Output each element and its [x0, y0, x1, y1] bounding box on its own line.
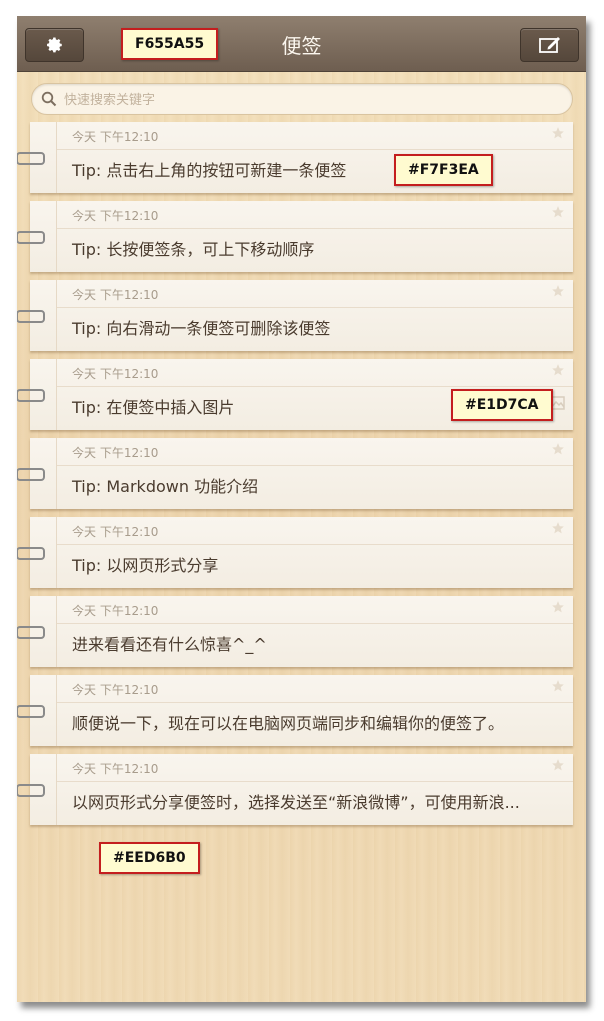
star-icon[interactable]: [551, 126, 565, 140]
list-item[interactable]: 今天 下午12:10 Tip: 长按便签条，可上下移动顺序: [17, 201, 573, 272]
note-date: 今天 下午12:10: [72, 367, 159, 381]
color-callout-header: F655A55: [121, 28, 219, 60]
note-date: 今天 下午12:10: [72, 604, 159, 618]
note-date: 今天 下午12:10: [72, 762, 159, 776]
star-icon[interactable]: [551, 679, 565, 693]
note-margin-line: [56, 754, 57, 825]
star-icon[interactable]: [551, 600, 565, 614]
search-icon: [41, 91, 57, 107]
note-date: 今天 下午12:10: [72, 683, 159, 697]
star-icon[interactable]: [551, 363, 565, 377]
note-margin-line: [56, 280, 57, 351]
paper-clip-icon: [17, 389, 45, 402]
note-divider: [57, 623, 573, 624]
note-text: 进来看看还有什么惊喜^_^: [72, 635, 267, 654]
paper-clip-icon: [17, 626, 45, 639]
note-divider: [57, 307, 573, 308]
search-bar: [31, 83, 573, 115]
list-item[interactable]: 今天 下午12:10 Tip: 以网页形式分享: [17, 517, 573, 588]
note-margin-line: [56, 359, 57, 430]
paper-clip-icon: [17, 231, 45, 244]
note-margin-line: [56, 122, 57, 193]
page-title: 便签: [281, 34, 322, 58]
note-date: 今天 下午12:10: [72, 209, 159, 223]
note-divider: [57, 544, 573, 545]
search-input[interactable]: [62, 88, 566, 112]
color-callout-note-alt: #E1D7CA: [451, 389, 553, 421]
star-icon[interactable]: [551, 442, 565, 456]
compose-icon: [538, 37, 560, 53]
list-item[interactable]: 今天 下午12:10 Tip: 向右滑动一条便签可删除该便签: [17, 280, 573, 351]
list-item[interactable]: 今天 下午12:10 Tip: Markdown 功能介绍: [17, 438, 573, 509]
note-margin-line: [56, 201, 57, 272]
note-text: Tip: 向右滑动一条便签可删除该便签: [72, 319, 331, 338]
note-date: 今天 下午12:10: [72, 288, 159, 302]
list-item[interactable]: 今天 下午12:10 以网页形式分享便签时，选择发送至“新浪微博”，可使用新浪.…: [17, 754, 573, 825]
color-callout-background: #EED6B0: [99, 842, 200, 874]
note-divider: [57, 149, 573, 150]
note-date: 今天 下午12:10: [72, 446, 159, 460]
note-text: Tip: Markdown 功能介绍: [72, 477, 259, 496]
note-divider: [57, 386, 573, 387]
paper-clip-icon: [17, 152, 45, 165]
list-item[interactable]: 今天 下午12:10 进来看看还有什么惊喜^_^: [17, 596, 573, 667]
note-margin-line: [56, 675, 57, 746]
paper-clip-icon: [17, 310, 45, 323]
star-icon[interactable]: [551, 284, 565, 298]
note-text: Tip: 在便签中插入图片: [72, 398, 235, 417]
note-date: 今天 下午12:10: [72, 525, 159, 539]
note-text: Tip: 长按便签条，可上下移动顺序: [72, 240, 315, 259]
note-margin-line: [56, 438, 57, 509]
note-text: Tip: 以网页形式分享: [72, 556, 219, 575]
list-item[interactable]: 今天 下午12:10 顺便说一下，现在可以在电脑网页端同步和编辑你的便签了。: [17, 675, 573, 746]
star-icon[interactable]: [551, 521, 565, 535]
color-callout-note: #F7F3EA: [394, 154, 493, 186]
note-date: 今天 下午12:10: [72, 130, 159, 144]
note-divider: [57, 228, 573, 229]
note-divider: [57, 781, 573, 782]
note-divider: [57, 465, 573, 466]
note-text: Tip: 点击右上角的按钮可新建一条便签: [72, 161, 347, 180]
paper-clip-icon: [17, 468, 45, 481]
note-margin-line: [56, 517, 57, 588]
paper-clip-icon: [17, 547, 45, 560]
star-icon[interactable]: [551, 205, 565, 219]
note-margin-line: [56, 596, 57, 667]
note-text: 以网页形式分享便签时，选择发送至“新浪微博”，可使用新浪...: [72, 793, 520, 812]
paper-clip-icon: [17, 705, 45, 718]
note-divider: [57, 702, 573, 703]
top-bar: 便签: [17, 16, 586, 72]
note-text: 顺便说一下，现在可以在电脑网页端同步和编辑你的便签了。: [72, 714, 505, 733]
new-note-button[interactable]: [520, 28, 579, 62]
star-icon[interactable]: [551, 758, 565, 772]
paper-clip-icon: [17, 784, 45, 797]
